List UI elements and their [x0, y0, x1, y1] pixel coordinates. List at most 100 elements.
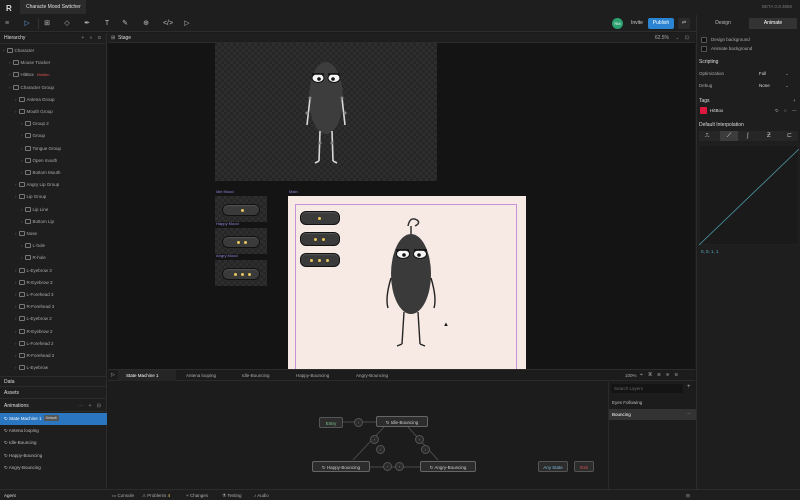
hierarchy-item[interactable]: › Angry Lip Group: [0, 179, 107, 191]
chevron-down-icon[interactable]: ⌄: [785, 71, 789, 77]
character-artboard[interactable]: [215, 43, 437, 181]
tag-actions-icon[interactable]: ↻ ○ —: [775, 108, 799, 114]
expand-arrow-icon[interactable]: ›: [21, 243, 23, 248]
hierarchy-item[interactable]: › HitBox Hidden: [0, 69, 107, 81]
transition-icon[interactable]: ›: [415, 435, 424, 444]
timeline-zoom[interactable]: 100%: [625, 370, 637, 381]
timeline-tools-icon[interactable]: ⌖ ▣ ⊞ ⊕ ⊟: [640, 370, 680, 381]
play-icon[interactable]: ▷: [182, 17, 192, 30]
state-exit[interactable]: Exit: [574, 461, 594, 472]
main-artboard[interactable]: [288, 196, 526, 369]
agent-label[interactable]: Agent: [4, 490, 16, 500]
hierarchy-item[interactable]: › Bottom Mouth: [0, 167, 107, 179]
tab-antena-looping[interactable]: Antena looping: [178, 370, 234, 381]
cubic-interp-icon[interactable]: ∫: [747, 131, 749, 141]
publish-button[interactable]: Publish: [648, 18, 674, 29]
hierarchy-item[interactable]: › Tongue Group: [0, 143, 107, 155]
interpolation-values[interactable]: 0, 0, 1, 1: [701, 249, 719, 254]
pen-tool-icon[interactable]: ✒: [82, 17, 92, 30]
hierarchy-item[interactable]: › R-Eyebrow 2: [0, 326, 107, 338]
hierarchy-item[interactable]: › Lip Line: [0, 204, 107, 216]
file-tab[interactable]: Characte Mood Switcher: [20, 0, 86, 14]
assets-section[interactable]: Assets: [0, 388, 107, 399]
expand-arrow-icon[interactable]: ›: [15, 341, 17, 346]
mood-button-angry[interactable]: [300, 253, 340, 267]
tab-animate[interactable]: Animate: [749, 18, 797, 29]
layer-bouncing[interactable]: Bouncing: [609, 409, 696, 420]
user-avatar[interactable]: RM: [612, 18, 623, 29]
app-logo[interactable]: R: [6, 4, 12, 13]
expand-arrow-icon[interactable]: ›: [15, 353, 17, 358]
state-angry-bouncing[interactable]: ↻ Angry-Bouncing: [420, 461, 476, 472]
tab-state-machine-1[interactable]: State Machine 1: [118, 370, 176, 381]
hierarchy-item[interactable]: › Character: [0, 45, 107, 57]
optimization-select[interactable]: Full: [759, 71, 766, 76]
hierarchy-item[interactable]: › Bottom Lip: [0, 216, 107, 228]
transition-icon[interactable]: ›: [395, 462, 404, 471]
hierarchy-item[interactable]: › Lip Group: [0, 191, 107, 203]
bone-tool-icon[interactable]: ✎: [120, 17, 130, 30]
animation-item[interactable]: ↻ Idle-Bouncing: [0, 437, 107, 449]
text-tool-icon[interactable]: T: [102, 17, 112, 30]
select-tool-icon[interactable]: ▷: [22, 17, 32, 30]
layer-options-icon[interactable]: ⋯: [686, 409, 691, 420]
expand-arrow-icon[interactable]: ›: [15, 182, 17, 187]
happy-mood-artboard[interactable]: [215, 228, 267, 254]
expand-arrow-icon[interactable]: ›: [15, 365, 17, 370]
expand-arrow-icon[interactable]: ›: [15, 316, 17, 321]
add-tag-icon[interactable]: +: [793, 98, 796, 103]
tab-angry-bouncing[interactable]: Angry-Bouncing: [348, 370, 408, 381]
debug-select[interactable]: None: [759, 83, 770, 88]
panel-toggle-icon[interactable]: ⊟: [686, 490, 690, 500]
hierarchy-item[interactable]: › Character Group: [0, 82, 107, 94]
menu-icon[interactable]: ≡: [0, 17, 14, 30]
hierarchy-item[interactable]: › Group 2: [0, 118, 107, 130]
hierarchy-item[interactable]: › Antena Group: [0, 94, 107, 106]
expand-arrow-icon[interactable]: ›: [9, 85, 11, 90]
mood-button-happy[interactable]: [300, 232, 340, 246]
transition-icon[interactable]: ‹: [383, 462, 392, 471]
hold-interp-icon[interactable]: ⎍: [705, 131, 709, 141]
idle-mood-artboard[interactable]: [215, 196, 267, 222]
interpolation-curve[interactable]: [699, 145, 799, 245]
constraint-tool-icon[interactable]: ⊕: [141, 17, 151, 30]
expand-arrow-icon[interactable]: ›: [15, 231, 17, 236]
custom-interp-icon[interactable]: ⊏: [787, 131, 792, 141]
invite-button[interactable]: Invite: [627, 19, 647, 28]
animation-item[interactable]: ↻ Antena looping: [0, 425, 107, 437]
artboard-tool-icon[interactable]: ⊞: [42, 17, 52, 30]
tab-idle-bouncing[interactable]: Idle-Bouncing: [234, 370, 288, 381]
hierarchy-item[interactable]: › Nose: [0, 228, 107, 240]
animation-item[interactable]: ↻ Angry-Bouncing: [0, 462, 107, 474]
code-tool-icon[interactable]: </>: [162, 17, 174, 30]
tab-happy-bouncing[interactable]: Happy-Bouncing: [288, 370, 348, 381]
add-layer-icon[interactable]: +: [687, 384, 691, 390]
expand-arrow-icon[interactable]: ›: [15, 268, 17, 273]
hierarchy-item[interactable]: › L-Eyebrow: [0, 362, 107, 374]
expand-arrow-icon[interactable]: ›: [21, 133, 23, 138]
expand-arrow-icon[interactable]: ›: [21, 219, 23, 224]
expand-arrow-icon[interactable]: ›: [9, 60, 11, 65]
expand-arrow-icon[interactable]: ›: [21, 207, 23, 212]
state-entry[interactable]: Entry: [319, 417, 343, 428]
hierarchy-item[interactable]: › R-Forehead 2: [0, 350, 107, 362]
transition-icon[interactable]: ‹: [421, 445, 430, 454]
share-icon[interactable]: ⇄: [678, 18, 690, 29]
data-section[interactable]: Data: [0, 376, 107, 387]
hierarchy-item[interactable]: › L-Forehead 3: [0, 289, 107, 301]
expand-arrow-icon[interactable]: ›: [15, 280, 17, 285]
hierarchy-item[interactable]: › L-hole: [0, 240, 107, 252]
transition-icon[interactable]: ‹: [370, 435, 379, 444]
search-layers-input[interactable]: Search Layers: [611, 384, 683, 393]
stage-canvas[interactable]: Idle Mood Happy Mood Angry Mood Main ▲: [108, 43, 695, 369]
hierarchy-item[interactable]: › Open mouth: [0, 155, 107, 167]
hierarchy-item[interactable]: › L-Eyebrow 3: [0, 265, 107, 277]
hierarchy-item[interactable]: › L-Forehead 2: [0, 338, 107, 350]
play-icon[interactable]: ▷: [111, 370, 115, 381]
expand-arrow-icon[interactable]: ›: [21, 158, 23, 163]
hierarchy-item[interactable]: › R-Forehead 3: [0, 301, 107, 313]
animations-tools-icon[interactable]: ⋯ + ⊟: [78, 401, 103, 412]
testing-tab[interactable]: ⚗ Testing: [222, 490, 241, 500]
animation-item[interactable]: ↻ State Machine 1 Default: [0, 413, 107, 425]
hierarchy-item[interactable]: › Mouth Group: [0, 106, 107, 118]
